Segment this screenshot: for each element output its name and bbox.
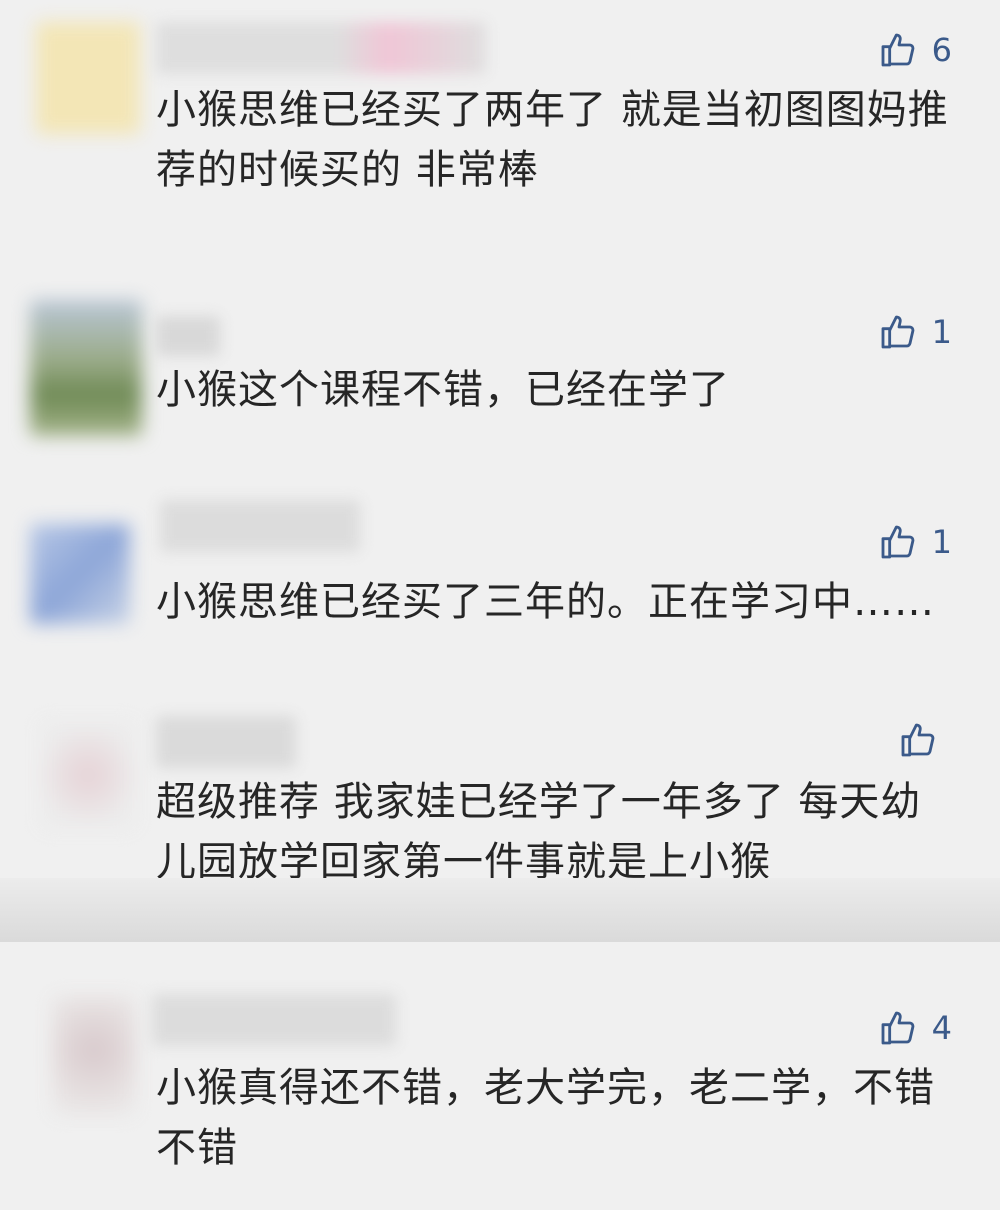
comment-text: 小猴思维已经买了三年的。正在学习中…… [156,579,935,625]
like-count: 1 [931,313,952,351]
like-count: 4 [931,1009,952,1047]
thumbs-up-icon [881,33,914,67]
comment-item: 1 小猴这个课程不错，已经在学了 [0,280,1000,480]
comment-text: 小猴真得还不错，老大学完，老二学，不错不错 [156,1065,935,1171]
comment-text: 小猴思维已经买了两年了 就是当初图图妈推荐的时候买的 非常棒 [156,87,949,193]
avatar[interactable] [40,720,136,830]
like-button[interactable]: 6 [878,30,952,70]
thumbs-up-icon [881,315,914,349]
avatar[interactable] [52,996,136,1116]
thumbs-up-icon [881,525,914,559]
user-name[interactable] [156,316,220,356]
user-name[interactable] [160,500,360,552]
like-button[interactable]: 1 [878,522,952,562]
avatar[interactable] [30,300,142,436]
comment-item: 超级推荐 我家娃已经学了一年多了 每天幼儿园放学回家第一件事就是上小猴 [0,700,1000,885]
thumbs-up-icon [901,723,935,757]
like-button[interactable]: 4 [878,1008,952,1048]
thumbs-up-icon [881,1011,914,1045]
avatar[interactable] [36,22,140,134]
comment-item: 1 小猴思维已经买了三年的。正在学习中…… [0,490,1000,690]
section-divider [0,878,1000,942]
like-button[interactable] [898,720,952,760]
comment-text: 超级推荐 我家娃已经学了一年多了 每天幼儿园放学回家第一件事就是上小猴 [156,779,922,885]
like-count: 6 [931,31,952,69]
like-count: 1 [931,523,952,561]
like-button[interactable]: 1 [878,312,952,352]
comment-text: 小猴这个课程不错，已经在学了 [156,367,730,413]
comment-item: 4 小猴真得还不错，老大学完，老二学，不错不错 [0,980,1000,1210]
comment-item: 6 小猴思维已经买了两年了 就是当初图图妈推荐的时候买的 非常棒 [0,0,1000,260]
user-name[interactable] [156,22,486,74]
avatar[interactable] [30,524,130,624]
user-name[interactable] [156,716,296,768]
user-name[interactable] [152,994,396,1046]
